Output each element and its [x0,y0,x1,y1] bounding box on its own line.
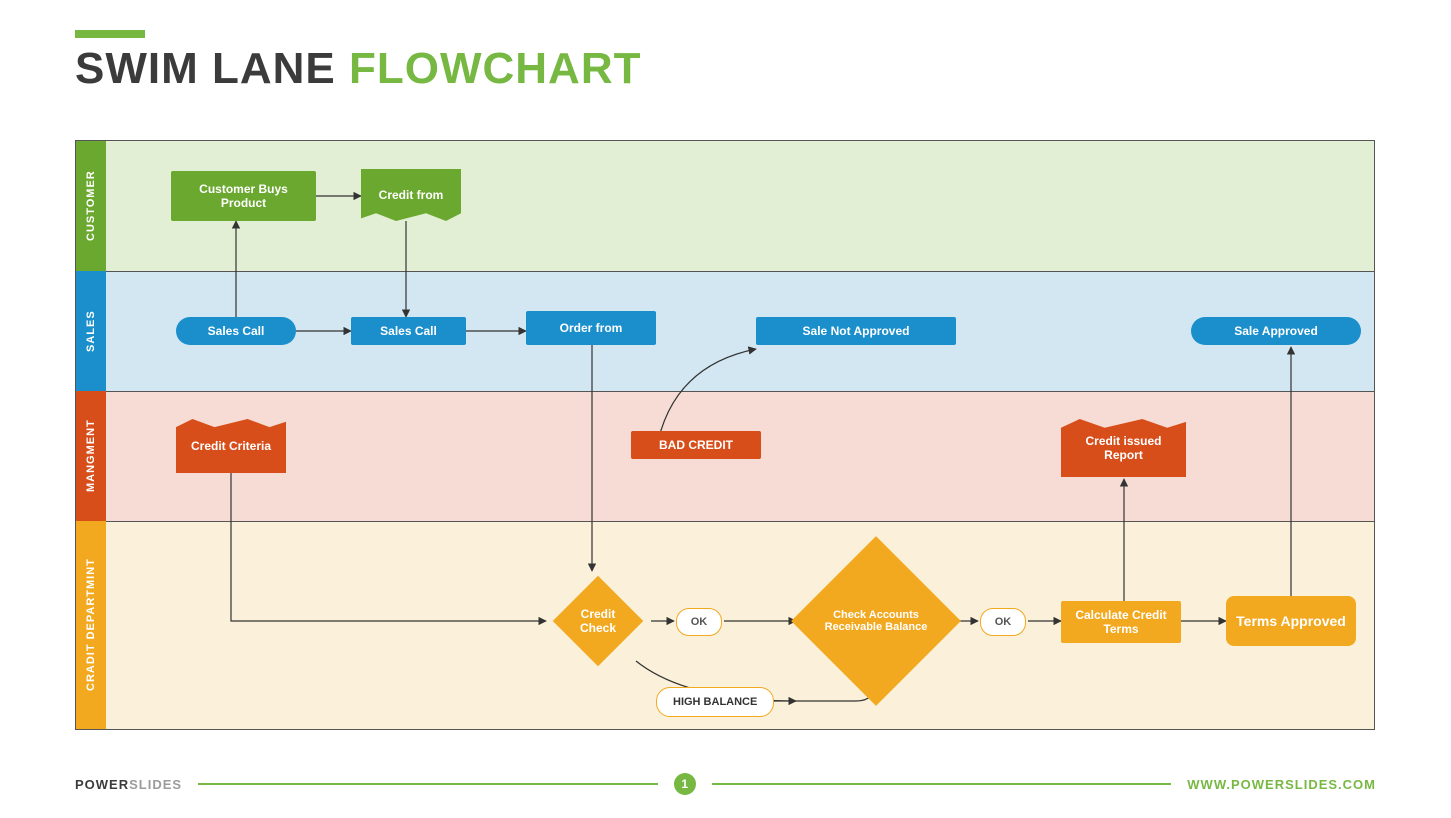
node-sales-call-2: Sales Call [351,317,466,345]
title-part2: FLOWCHART [349,44,642,93]
node-credit-issued-report: Credit issued Report [1061,419,1186,477]
node-sale-approved: Sale Approved [1191,317,1361,345]
footer-line [712,783,1172,785]
slide-title: SWIM LANE FLOWCHART [75,44,641,94]
node-sale-not-approved: Sale Not Approved [756,317,956,345]
node-credit-from: Credit from [361,169,461,221]
lane-divider [106,271,1374,272]
swimlane-chart: CUSTOMER SALES MANGMENT CRADIT DEPARTMIN… [75,140,1375,730]
title-part1: SWIM LANE [75,44,349,93]
footer: POWERSLIDES 1 WWW.POWERSLIDES.COM [75,772,1376,796]
node-order-from: Order from [526,311,656,345]
lane-divider [106,391,1374,392]
node-ok-2: OK [980,608,1026,636]
lane-header-sales: SALES [76,271,106,391]
node-calc-terms: Calculate Credit Terms [1061,601,1181,643]
node-ok-1: OK [676,608,722,636]
footer-brand: POWERSLIDES [75,777,182,792]
lane-divider [106,521,1374,522]
node-bad-credit: BAD CREDIT [631,431,761,459]
lane-header-customer: CUSTOMER [76,141,106,271]
footer-page: 1 [674,773,696,795]
node-credit-criteria: Credit Criteria [176,419,286,473]
node-terms-approved: Terms Approved [1226,596,1356,646]
node-sales-call-1: Sales Call [176,317,296,345]
footer-line [198,783,658,785]
footer-url: WWW.POWERSLIDES.COM [1187,777,1376,792]
accent-bar [75,30,145,38]
node-customer-buys: Customer Buys Product [171,171,316,221]
lane-header-management: MANGMENT [76,391,106,521]
node-high-balance: HIGH BALANCE [656,687,774,717]
lane-header-credit: CRADIT DEPARTMINT [76,521,106,729]
slide: SWIM LANE FLOWCHART CUSTOMER SALES MANGM… [0,0,1451,818]
